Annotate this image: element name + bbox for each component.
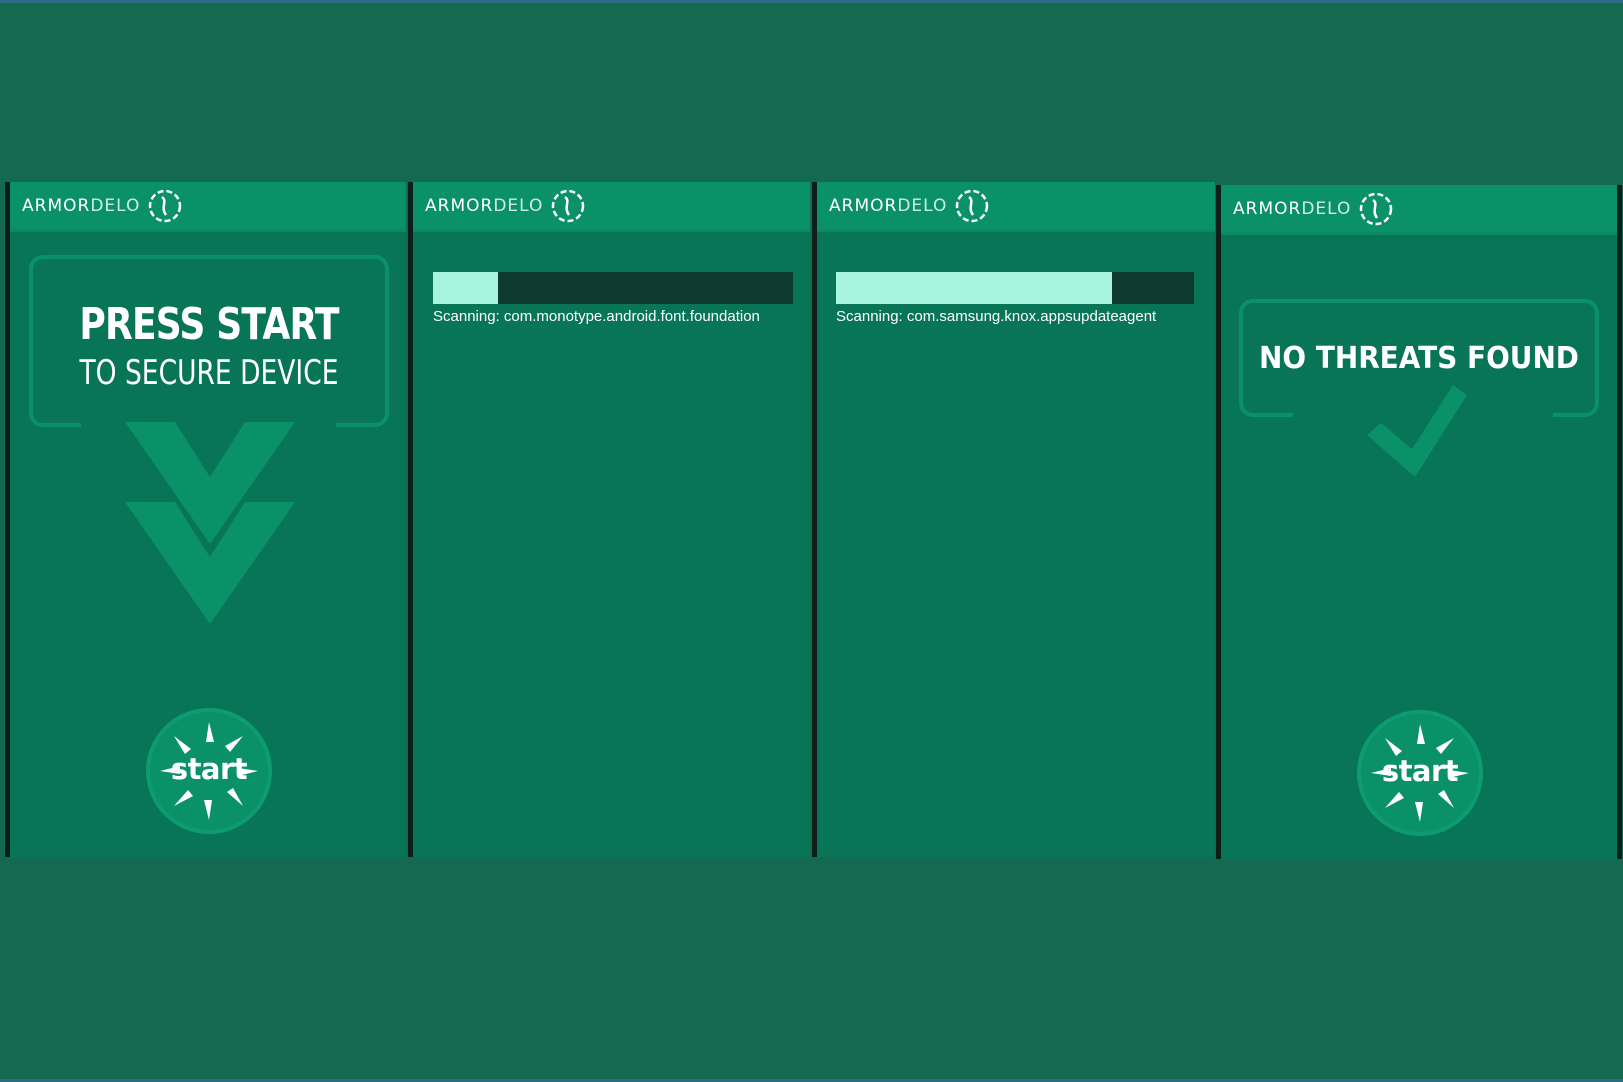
start-label: start xyxy=(1381,754,1459,788)
app-bar: ARMORDELO xyxy=(413,182,810,232)
screen-scanning-1: ARMORDELO Scanning: com.monotype.android… xyxy=(408,182,810,857)
no-threats-found-text: NO THREATS FOUND xyxy=(1259,341,1579,376)
scan-progress-bar xyxy=(836,272,1194,304)
scan-status-text: Scanning: com.monotype.android.font.foun… xyxy=(433,308,760,325)
screen-no-threats: ARMORDELO NO THREATS FOUND start xyxy=(1216,185,1618,859)
double-chevron-down-icon xyxy=(125,422,295,624)
checkmark-icon xyxy=(1367,385,1467,477)
secure-device-subtitle: TO SECURE DEVICE xyxy=(79,353,339,393)
scan-progress-bar xyxy=(433,272,793,304)
press-start-title: PRESS START xyxy=(79,299,339,350)
app-bar: ARMORDELO xyxy=(1221,185,1618,235)
app-bar: ARMORDELO xyxy=(10,182,406,232)
screen-scanning-2: ARMORDELO Scanning: com.samsung.knox.app… xyxy=(812,182,1215,857)
app-logo: ARMORDELO xyxy=(829,195,948,216)
shield-swirl-icon xyxy=(1360,192,1393,225)
shield-swirl-icon xyxy=(552,189,585,222)
app-logo: ARMORDELO xyxy=(425,195,544,216)
scan-progress-fill xyxy=(433,272,498,304)
app-logo: ARMORDELO xyxy=(1233,198,1352,219)
screen-press-start: ARMORDELO PRESS START TO SECURE DEVICE s… xyxy=(5,182,406,857)
app-logo: ARMORDELO xyxy=(22,195,141,216)
scan-status-text: Scanning: com.samsung.knox.appsupdateage… xyxy=(836,308,1157,325)
app-bar: ARMORDELO xyxy=(817,182,1215,232)
screenshot-collage: ARMORDELO PRESS START TO SECURE DEVICE s… xyxy=(0,0,1623,1082)
start-button[interactable]: start xyxy=(146,708,272,834)
shield-swirl-icon xyxy=(149,189,182,222)
right-edge-divider xyxy=(1617,185,1622,859)
shield-swirl-icon xyxy=(956,189,989,222)
scan-progress-fill xyxy=(836,272,1112,304)
start-label: start xyxy=(170,752,248,786)
start-button[interactable]: start xyxy=(1357,710,1483,836)
instruction-bubble: PRESS START TO SECURE DEVICE xyxy=(29,255,389,427)
